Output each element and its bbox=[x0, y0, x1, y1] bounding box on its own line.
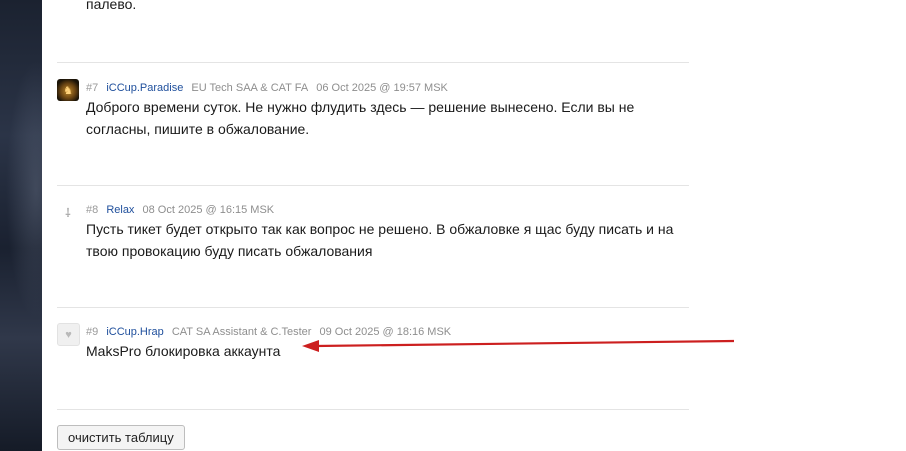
annotation-arrow bbox=[302, 339, 735, 352]
arrow-shaft bbox=[315, 339, 735, 348]
arrow-head-icon bbox=[302, 340, 319, 352]
